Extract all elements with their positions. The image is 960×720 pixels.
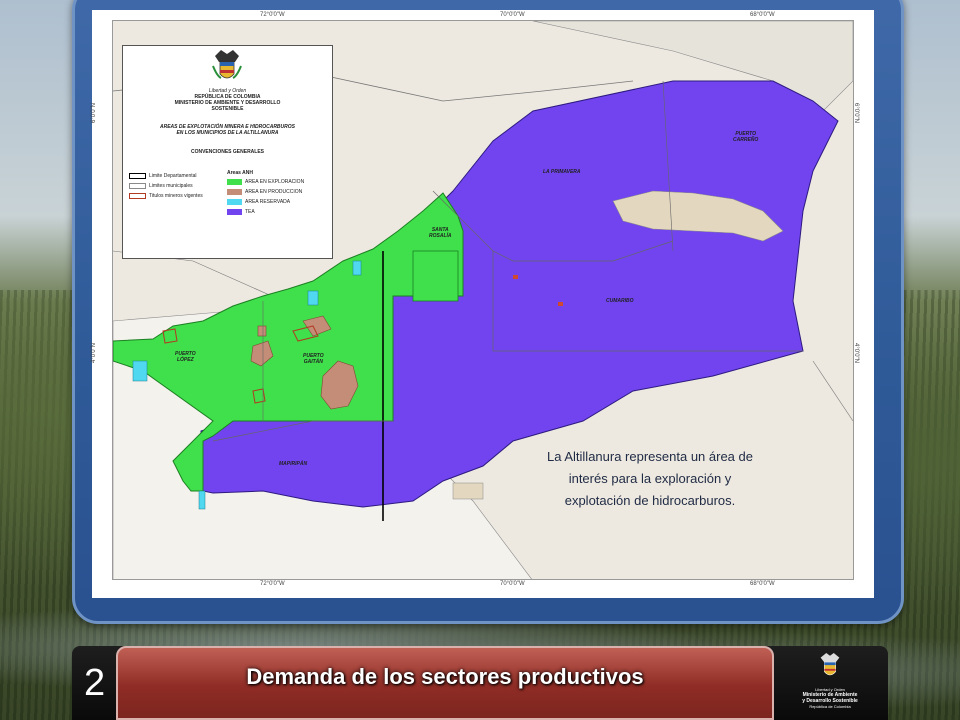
legend-label-mining: Titulos mineros vigentes [149,193,203,199]
legend-swatch-production [227,189,242,195]
legend-label-production: AREA EN PRODUCCION [245,189,303,195]
info-text: La Altillanura representa un área de int… [547,449,753,508]
legend-label-reserved: AREA RESERVADA [245,199,291,205]
label-mapiripan: MAPIRIPÁN [279,461,308,467]
logo-country: República de Colombia [809,704,851,709]
label-puerto-lopez-2: LÓPEZ [176,357,194,363]
legend-label-municipal: Limites municipales [149,183,193,189]
legend-label-tea: TEA [245,209,255,215]
legend-ministry-2: SOSTENIBLE [211,106,244,112]
legend-swatch-exploration [227,179,242,185]
colombia-crest-icon [820,652,840,676]
label-la-primavera: LA PRIMAVERA [543,169,581,175]
production-area-4 [257,325,267,337]
section-number: 2 [84,662,106,704]
legend-label-department: Limite Departamental [149,173,197,179]
label-santa-rosalia: SANTA ROSALÍA [429,227,452,239]
label-puerto-gaitan: PUERTO GAITÁN [303,353,324,365]
legend-swatch-reserved [227,199,242,205]
label-puerto-carreno-2: CARREÑO [733,137,759,143]
reserved-area-4 [352,260,362,276]
coord-bottom-1: 72°0'0"W [260,581,285,587]
legend-row-tea: TEA [227,209,255,215]
mining-title-4 [513,275,518,279]
legend-row-exploration: AREA EN EXPLORACION [227,179,304,185]
map-panel: 72°0'0"W 70°0'0"W 68°0'0"W 72°0'0"W 70°0… [91,10,874,598]
coord-top-1: 72°0'0"W [260,12,285,18]
label-puerto-gaitan-2: GAITÁN [303,359,323,365]
reserved-area-1 [307,290,319,306]
legend-swatch-department [129,173,146,179]
label-puerto-lopez: PUERTO LÓPEZ [175,351,196,363]
legend-label-exploration: AREA EN EXPLORACION [245,179,305,185]
legend-row-municipal: Limites municipales [129,183,193,189]
coord-bottom-3: 68°0'0"W [750,581,775,587]
coord-left-1: 6°0'0"N [91,102,98,124]
legend-swatch-mining [129,193,146,199]
reserved-area-2 [132,360,148,382]
legend-anh-title: Areas ANH [227,170,253,176]
legend-row-department: Limite Departamental [129,173,197,179]
legend-subtitle-2: EN LOS MUNICIPIOS DE LA ALTILLANURA [176,130,279,136]
coord-left-2: 4°0'0"N [91,342,98,364]
mining-title-5 [558,302,563,306]
legend-swatch-tea [227,209,242,215]
southern-parcel [452,482,484,500]
reserved-area-3 [198,490,206,510]
legend-row-mining: Titulos mineros vigentes [129,193,203,199]
santa-rosalia-exploration [412,250,459,302]
coord-bottom-2: 70°0'0"W [500,581,525,587]
legend-row-reserved: AREA RESERVADA [227,199,290,205]
coord-top-3: 68°0'0"W [750,12,775,18]
ministry-logo: Libertad y Orden Ministerio de Ambiente … [790,652,870,718]
colombia-crest-icon [212,50,242,79]
label-cumaribo: CUMARIBO [606,298,634,304]
legend-conventions: CONVENCIONES GENERALES [190,149,265,155]
legend-row-production: AREA EN PRODUCCION [227,189,302,195]
label-santa-rosalia-2: ROSALÍA [429,233,452,239]
coord-top-2: 70°0'0"W [500,12,525,18]
legend-swatch-municipal [129,183,146,189]
map-legend: Libertad y Orden REPÚBLICA DE COLOMBIA M… [122,45,333,259]
label-puerto-carreno: PUERTO CARREÑO [733,131,758,143]
section-title: Demanda de los sectores productivos [246,664,644,689]
